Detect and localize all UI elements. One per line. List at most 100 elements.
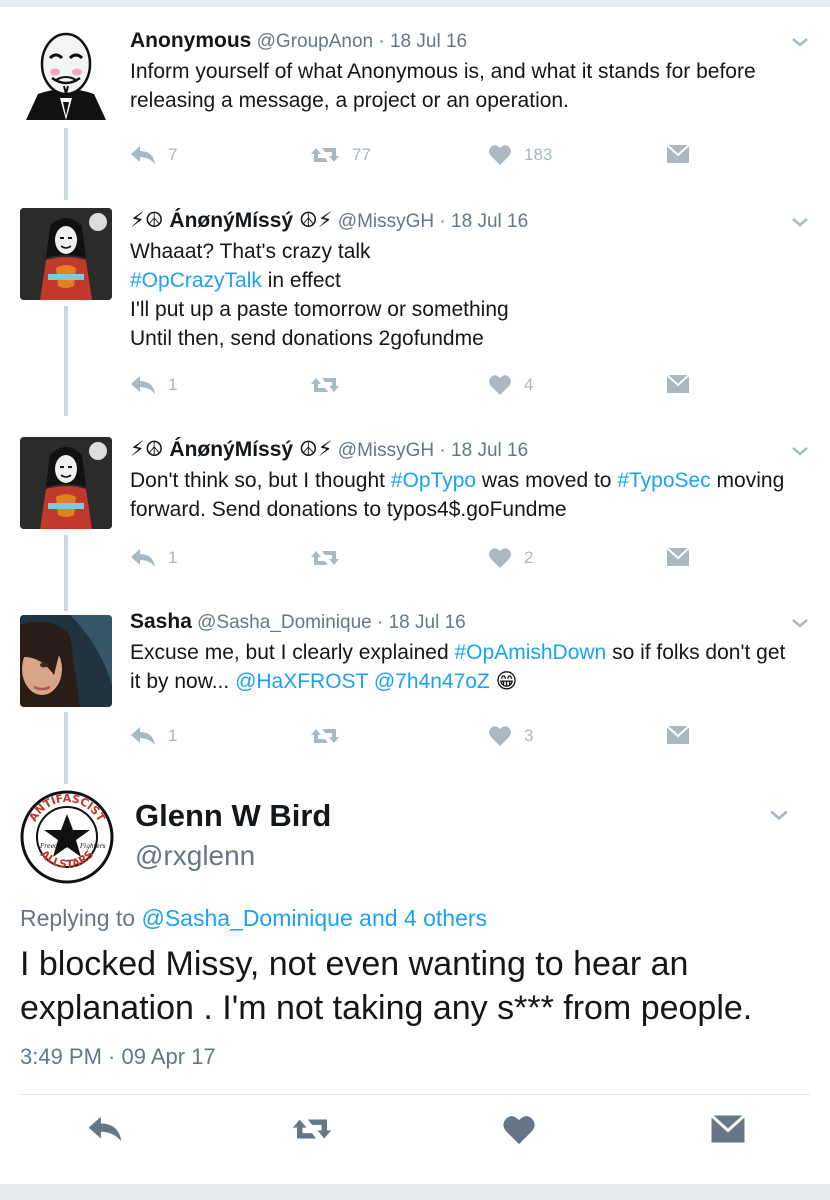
dm-icon [666, 374, 690, 393]
like-icon [489, 726, 511, 746]
like-count: 2 [524, 548, 534, 567]
retweet-icon [311, 378, 339, 392]
author-handle[interactable]: @GroupAnon [257, 31, 373, 52]
like-button[interactable]: 3 [488, 725, 533, 747]
replying-link[interactable]: @Sasha_Dominique and 4 others [141, 905, 487, 931]
author-handle[interactable]: @MissyGH [338, 440, 434, 461]
thread-line [64, 712, 68, 784]
reply-count: 1 [168, 375, 178, 394]
author-handle[interactable]: @rxglenn [135, 840, 255, 872]
text-run: Whaaat? That's crazy talk [130, 240, 371, 263]
text-run: Until then, send donations 2gofundme [130, 327, 484, 350]
tweet-header: ⚡☮ ÁnønýMíssý ☮⚡ @MissyGH · 18 Jul 16 [130, 208, 790, 234]
tweet-header: ⚡☮ ÁnønýMíssý ☮⚡ @MissyGH · 18 Jul 16 [130, 437, 790, 463]
tweet-text: Excuse me, but I clearly explained #OpAm… [130, 638, 790, 696]
retweet-icon [311, 729, 339, 743]
like-button[interactable]: 2 [488, 547, 533, 569]
reply-count: 7 [168, 145, 178, 164]
hashtag-link[interactable]: #TypoSec [617, 469, 710, 492]
chevron-down-icon[interactable] [790, 32, 810, 52]
tweet-date[interactable]: · 18 Jul 16 [378, 31, 467, 52]
avatar[interactable] [20, 437, 112, 529]
tweet-text: Inform yourself of what Anonymous is, an… [130, 57, 790, 115]
tweet-date[interactable]: · 18 Jul 16 [439, 211, 528, 232]
author-name[interactable]: Sasha [130, 610, 192, 633]
tweet-date[interactable]: · 18 Jul 16 [439, 440, 528, 461]
chevron-down-icon[interactable] [768, 804, 790, 826]
chevron-down-icon[interactable] [790, 441, 810, 461]
avatar[interactable] [20, 28, 112, 120]
tweet-thread-page: Anonymous @GroupAnon · 18 Jul 16 Inform … [0, 0, 830, 1200]
retweet-icon [311, 148, 339, 162]
chevron-down-icon[interactable] [790, 613, 810, 633]
divider [20, 1094, 810, 1095]
tweet-header: Sasha @Sasha_Dominique · 18 Jul 16 [130, 609, 790, 635]
dm-button[interactable] [666, 547, 690, 567]
reply-count: 1 [168, 548, 178, 567]
text-run: in effect [261, 269, 341, 292]
thread-line [64, 128, 68, 200]
like-button[interactable]: 183 [488, 144, 552, 166]
reply-button[interactable]: 1 [130, 725, 177, 747]
avatar[interactable] [20, 208, 112, 300]
tweet-text: Don't think so, but I thought #OpTypo wa… [130, 466, 790, 524]
reply-button[interactable] [86, 1114, 124, 1149]
tweet-header: Anonymous @GroupAnon · 18 Jul 16 [130, 28, 790, 54]
chevron-down-icon[interactable] [790, 212, 810, 232]
guy-fawkes-mask-icon [26, 32, 106, 120]
retweet-button[interactable] [310, 547, 352, 569]
author-name[interactable]: Glenn W Bird [135, 798, 331, 834]
avatar[interactable] [20, 615, 112, 707]
hashtag-link[interactable]: #OpAmishDown [455, 641, 607, 664]
retweet-icon [311, 551, 339, 565]
retweet-button[interactable] [310, 725, 352, 747]
retweet-button[interactable] [310, 374, 352, 396]
text-run: Excuse me, but I clearly explained [130, 641, 455, 664]
replying-prefix: Replying to [20, 905, 142, 931]
masked-woman-icon [20, 437, 112, 529]
tweet-actions: 1 4 [130, 374, 790, 404]
reply-icon [131, 727, 155, 745]
tweet-date[interactable]: · 18 Jul 16 [377, 612, 466, 633]
reply-button[interactable]: 1 [130, 547, 177, 569]
dm-button[interactable] [666, 725, 690, 745]
retweet-button[interactable]: 77 [310, 144, 371, 166]
author-handle[interactable]: @MissyGH [338, 211, 434, 232]
text-run: 😁 [489, 670, 518, 693]
retweet-button[interactable] [290, 1114, 334, 1149]
author-name[interactable]: ⚡☮ ÁnønýMíssý ☮⚡ [130, 209, 333, 232]
like-button[interactable]: 4 [488, 374, 533, 396]
reply-button[interactable]: 7 [130, 144, 177, 166]
like-icon [503, 1116, 535, 1145]
reply-button[interactable]: 1 [130, 374, 177, 396]
author-name[interactable]: Anonymous [130, 29, 251, 52]
like-button[interactable] [502, 1114, 536, 1151]
like-count: 183 [524, 145, 553, 164]
mention-link[interactable]: @7h4n47oZ [374, 670, 490, 693]
dm-button[interactable] [710, 1114, 746, 1149]
like-icon [489, 548, 511, 568]
author-name[interactable]: ⚡☮ ÁnønýMíssý ☮⚡ [130, 438, 333, 461]
retweet-count: 77 [352, 145, 371, 164]
hashtag-link[interactable]: #OpCrazyTalk [130, 269, 262, 292]
logo-text-left: Freedom [39, 843, 68, 850]
reply-icon [131, 549, 155, 567]
bottom-border [0, 1184, 830, 1200]
reply-icon [131, 146, 155, 164]
reply-icon [88, 1116, 122, 1142]
retweet-icon [292, 1119, 332, 1139]
woman-portrait-icon [20, 615, 112, 707]
tweet-timestamp[interactable]: 3:49 PM · 09 Apr 17 [20, 1044, 216, 1070]
avatar[interactable]: ANTIFASCIST ALLSTARS Freedom Fighters [20, 790, 114, 884]
dm-icon [666, 547, 690, 566]
author-handle[interactable]: @Sasha_Dominique [197, 612, 372, 633]
dm-button[interactable] [666, 144, 690, 164]
dm-button[interactable] [666, 374, 690, 394]
dm-icon [666, 144, 690, 163]
hashtag-link[interactable]: #OpTypo [391, 469, 476, 492]
reply-count: 1 [168, 726, 178, 745]
text-run: Don't think so, but I thought [130, 469, 391, 492]
mention-link[interactable]: @HaXFROST [235, 670, 368, 693]
top-border [0, 0, 830, 7]
like-count: 3 [524, 726, 534, 745]
